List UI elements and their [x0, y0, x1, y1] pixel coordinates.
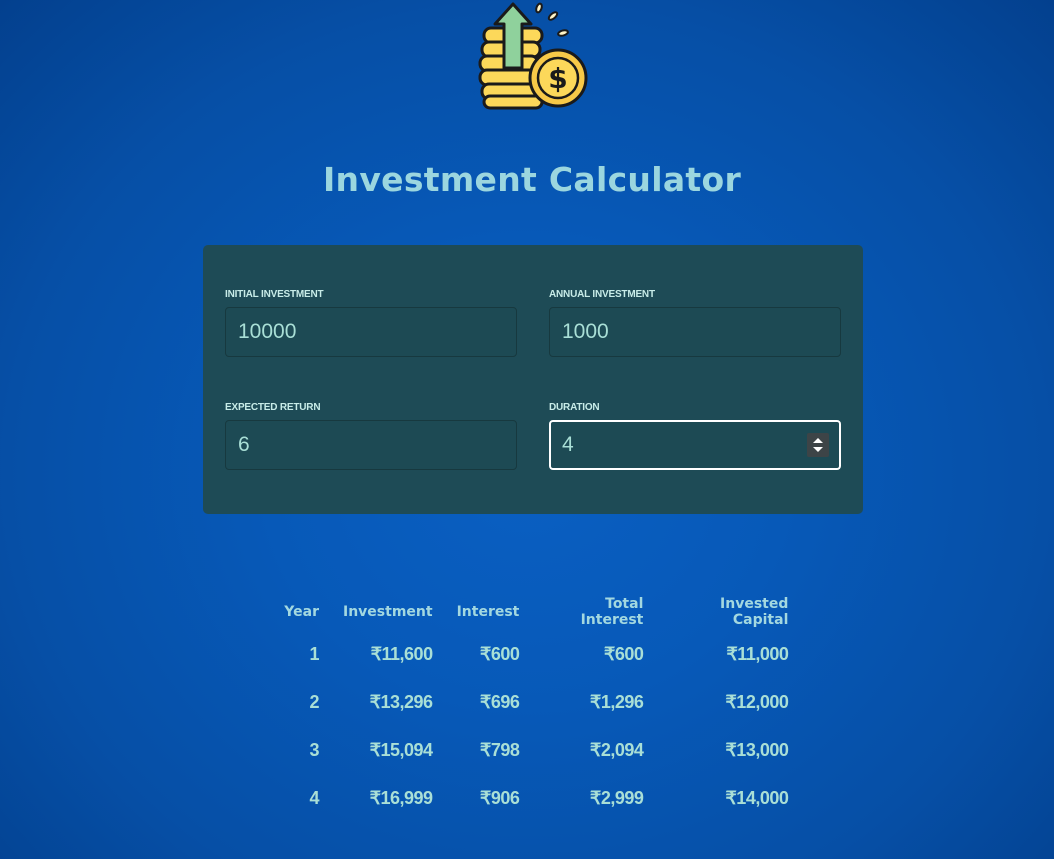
results-header-row: Year Investment Interest Total Interest …: [272, 594, 788, 630]
header-investment: Investment: [343, 604, 433, 620]
cell-year: 2: [309, 691, 319, 712]
expected-return-label: Expected Return: [225, 402, 321, 413]
input-panel: Initial Investment 10000 Annual Investme…: [203, 245, 863, 514]
svg-text:$: $: [548, 62, 567, 95]
cell-total-interest: ₹600: [603, 643, 644, 664]
cell-year: 4: [309, 787, 319, 808]
annual-investment-label: Annual Investment: [549, 289, 655, 300]
header-interest: Interest: [456, 604, 520, 620]
page-title: Investment Calculator: [322, 160, 742, 200]
cell-total-interest: ₹2,094: [589, 739, 644, 760]
number-spinner[interactable]: [807, 433, 829, 457]
duration-value: 4: [562, 433, 574, 456]
results-table: Year Investment Interest Total Interest …: [272, 594, 789, 822]
header-year: Year: [284, 604, 319, 620]
duration-input[interactable]: 4: [549, 420, 841, 470]
header-total-interest: Total Interest: [580, 596, 644, 628]
expected-return-field: Expected Return 6: [225, 402, 517, 470]
cell-interest: ₹600: [479, 643, 520, 664]
cell-total-interest: ₹2,999: [589, 787, 644, 808]
table-row: 2 ₹13,296 ₹696 ₹1,296 ₹12,000: [272, 678, 788, 726]
cell-interest: ₹906: [479, 787, 520, 808]
cell-investment: ₹15,094: [369, 739, 434, 760]
spinner-up-icon: [813, 438, 823, 443]
cell-invested-capital: ₹12,000: [725, 691, 789, 712]
annual-investment-field: Annual Investment 1000: [549, 289, 841, 357]
cell-investment: ₹11,600: [370, 643, 434, 664]
cell-investment: ₹13,296: [369, 691, 434, 712]
cell-interest: ₹798: [479, 739, 520, 760]
table-row: 4 ₹16,999 ₹906 ₹2,999 ₹14,000: [272, 774, 788, 822]
cell-invested-capital: ₹11,000: [726, 643, 789, 664]
table-row: 3 ₹15,094 ₹798 ₹2,094 ₹13,000: [272, 726, 788, 774]
cell-total-interest: ₹1,296: [589, 691, 644, 712]
initial-investment-input[interactable]: 10000: [225, 307, 517, 357]
cell-invested-capital: ₹13,000: [725, 739, 789, 760]
initial-investment-label: Initial Investment: [225, 289, 324, 300]
header-invested-capital: Invested Capital: [720, 596, 789, 628]
cell-invested-capital: ₹14,000: [725, 787, 789, 808]
cell-year: 1: [309, 643, 319, 664]
spinner-down-icon: [813, 447, 823, 452]
expected-return-input[interactable]: 6: [225, 420, 517, 470]
table-row: 1 ₹11,600 ₹600 ₹600 ₹11,000: [272, 630, 788, 678]
cell-investment: ₹16,999: [369, 787, 434, 808]
initial-investment-field: Initial Investment 10000: [225, 289, 517, 357]
cell-year: 3: [309, 739, 319, 760]
page-header: $ Investment Calculator: [0, 0, 1054, 200]
cell-interest: ₹696: [479, 691, 520, 712]
duration-field: Duration 4: [549, 402, 841, 470]
duration-label: Duration: [549, 402, 600, 413]
annual-investment-input[interactable]: 1000: [549, 307, 841, 357]
coins-dollar-arrow-up-icon: $: [472, 0, 592, 112]
